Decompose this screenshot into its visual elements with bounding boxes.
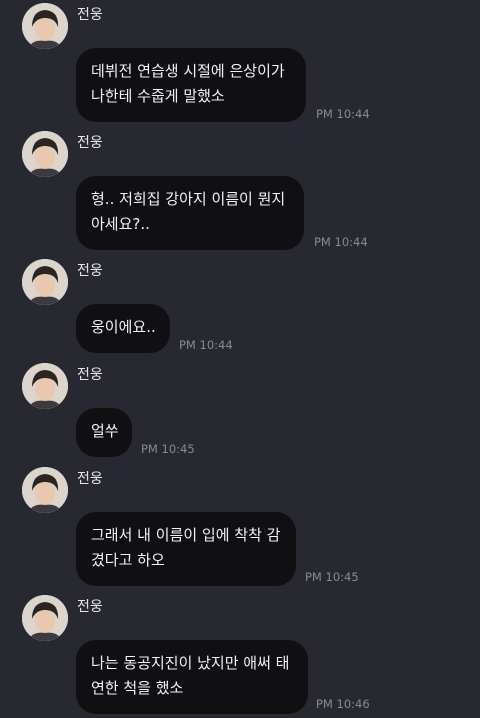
message-bubble[interactable]: 그래서 내 이름이 입에 착착 감 겼다고 하오 xyxy=(76,512,296,586)
sender-avatar[interactable] xyxy=(22,363,68,409)
sender-avatar[interactable] xyxy=(22,595,68,641)
sender-avatar[interactable] xyxy=(22,3,68,49)
profile-photo-icon xyxy=(22,467,68,513)
message-text-line: 데뷔전 연습생 시절에 은상이가 xyxy=(91,62,285,80)
sender-avatar[interactable] xyxy=(22,259,68,305)
message-timestamp: PM 10:46 xyxy=(316,697,370,711)
sender-avatar[interactable] xyxy=(22,131,68,177)
sender-name: 전웅 xyxy=(77,367,103,383)
message-timestamp: PM 10:44 xyxy=(316,107,370,121)
sender-name: 전웅 xyxy=(77,7,103,23)
sender-name: 전웅 xyxy=(77,599,103,615)
message-text-line: 연한 척을 했소 xyxy=(91,679,184,697)
message-text-line: 나한테 수줍게 말했소 xyxy=(91,87,225,105)
sender-name: 전웅 xyxy=(77,263,103,279)
message-text-line: 형.. 저희집 강아지 이름이 뭔지 xyxy=(91,190,286,208)
chat-message: 전웅 형.. 저희집 강아지 이름이 뭔지 아세요?.. PM 10:44 xyxy=(0,128,480,256)
message-text-line: 겼다고 하오 xyxy=(91,551,165,569)
message-timestamp: PM 10:45 xyxy=(305,570,359,584)
message-bubble[interactable]: 얼쑤 xyxy=(76,408,132,457)
message-bubble[interactable]: 웅이에요.. xyxy=(76,304,170,353)
chat-message: 전웅 그래서 내 이름이 입에 착착 감 겼다고 하오 PM 10:45 xyxy=(0,464,480,592)
message-bubble[interactable]: 데뷔전 연습생 시절에 은상이가 나한테 수줍게 말했소 xyxy=(76,48,306,122)
chat-message: 전웅 웅이에요.. PM 10:44 xyxy=(0,256,480,360)
message-timestamp: PM 10:45 xyxy=(141,442,195,456)
profile-photo-icon xyxy=(22,131,68,177)
message-text-line: 나는 동공지진이 났지만 애써 태 xyxy=(91,654,290,672)
chat-message: 전웅 데뷔전 연습생 시절에 은상이가 나한테 수줍게 말했소 PM 10:44 xyxy=(0,0,480,128)
chat-message: 전웅 나는 동공지진이 났지만 애써 태 연한 척을 했소 PM 10:46 xyxy=(0,592,480,718)
message-text-line: 웅이에요.. xyxy=(91,318,156,336)
profile-photo-icon xyxy=(22,595,68,641)
profile-photo-icon xyxy=(22,259,68,305)
sender-avatar[interactable] xyxy=(22,467,68,513)
message-text-line: 아세요?.. xyxy=(91,215,150,233)
message-text-line: 그래서 내 이름이 입에 착착 감 xyxy=(91,526,281,544)
profile-photo-icon xyxy=(22,363,68,409)
message-bubble[interactable]: 나는 동공지진이 났지만 애써 태 연한 척을 했소 xyxy=(76,640,308,714)
profile-photo-icon xyxy=(22,3,68,49)
message-bubble[interactable]: 형.. 저희집 강아지 이름이 뭔지 아세요?.. xyxy=(76,176,304,250)
message-timestamp: PM 10:44 xyxy=(179,338,233,352)
sender-name: 전웅 xyxy=(77,471,103,487)
message-text-line: 얼쑤 xyxy=(91,422,119,440)
chat-message: 전웅 얼쑤 PM 10:45 xyxy=(0,360,480,464)
sender-name: 전웅 xyxy=(77,135,103,151)
message-timestamp: PM 10:44 xyxy=(314,235,368,249)
